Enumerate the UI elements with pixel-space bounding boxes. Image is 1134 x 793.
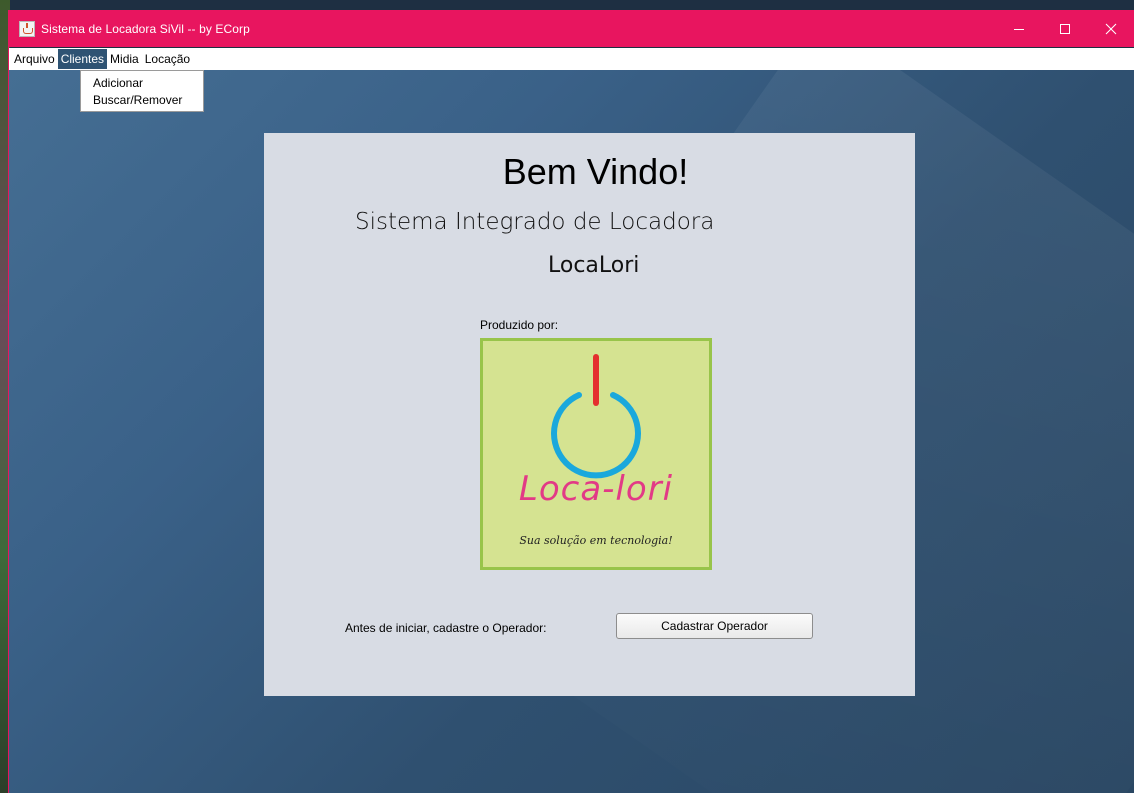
menu-item-buscar-remover[interactable]: Buscar/Remover — [81, 92, 203, 109]
java-cup-icon[interactable] — [19, 20, 35, 37]
close-icon — [1105, 23, 1117, 34]
maximize-button[interactable] — [1042, 10, 1088, 47]
window-title: Sistema de Locadora SiVil -- by ECorp — [41, 21, 250, 36]
menu-midia[interactable]: Midia — [107, 49, 142, 69]
minimize-button[interactable] — [996, 10, 1042, 47]
product-name: LocaLori — [548, 253, 640, 278]
menu-item-adicionar[interactable]: Adicionar — [81, 75, 203, 92]
menu-arquivo[interactable]: Arquivo — [11, 49, 58, 69]
menu-bar: Arquivo Clientes Midia Locação — [9, 48, 1134, 70]
produced-by-label: Produzido por: — [480, 318, 559, 332]
menu-clientes[interactable]: Clientes — [57, 49, 108, 69]
app-window: Sistema de Locadora SiVil -- by ECorp Ar… — [8, 10, 1134, 793]
main-content: Bem Vindo! Sistema Integrado de Locadora… — [9, 70, 1134, 793]
welcome-heading: Bem Vindo! — [502, 151, 689, 192]
title-bar[interactable]: Sistema de Locadora SiVil -- by ECorp — [9, 10, 1134, 47]
maximize-icon — [1060, 23, 1070, 34]
menu-locacao[interactable]: Locação — [142, 49, 193, 69]
system-name: Sistema Integrado de Locadora — [355, 209, 715, 235]
minimize-icon — [1014, 28, 1024, 30]
window-controls — [996, 10, 1134, 47]
logo-name: Loca-lori — [518, 469, 674, 509]
clientes-dropdown-menu: Adicionar Buscar/Remover — [80, 70, 204, 112]
close-button[interactable] — [1088, 10, 1134, 47]
logo-tagline: Sua solução em tecnologia! — [519, 534, 673, 547]
welcome-panel: Bem Vindo! Sistema Integrado de Locadora… — [264, 133, 915, 696]
register-operator-button[interactable]: Cadastrar Operador — [616, 613, 813, 639]
operator-prompt-label: Antes de iniciar, cadastre o Operador: — [345, 621, 547, 635]
company-logo: Loca-lori Sua solução em tecnologia! — [480, 338, 712, 570]
